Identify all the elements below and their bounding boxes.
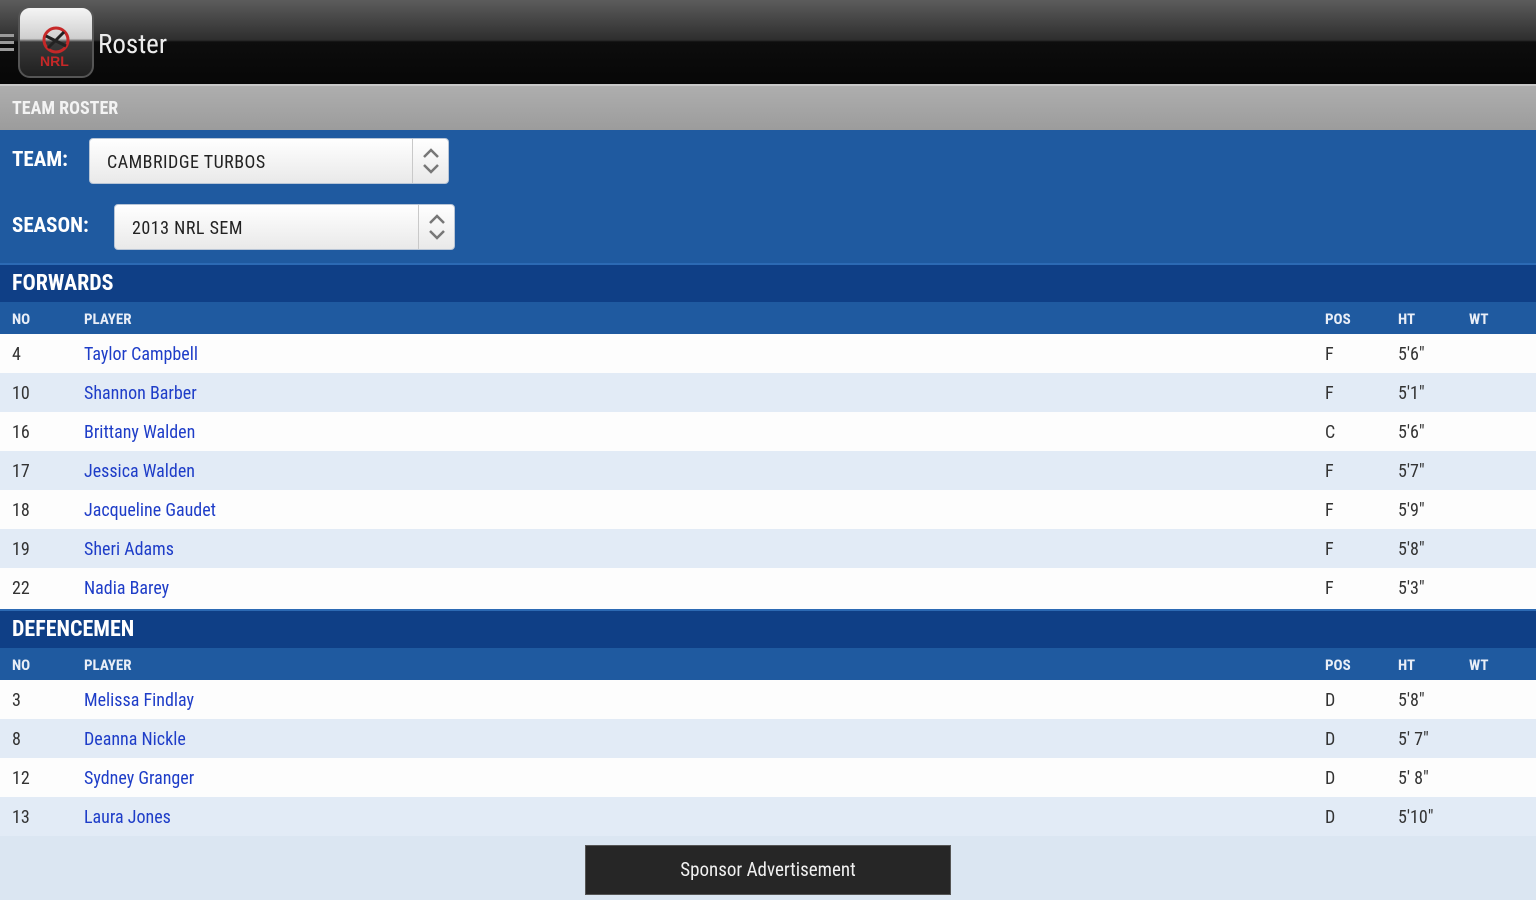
column-player[interactable]: PLAYER (84, 656, 132, 674)
player-name-link[interactable]: Melissa Findlay (84, 690, 194, 711)
column-wt[interactable]: WT (1469, 656, 1488, 674)
hamburger-icon[interactable] (0, 34, 14, 52)
spinner-arrows-icon (418, 205, 454, 249)
player-pos: F (1325, 578, 1334, 599)
group-header-forwards: FORWARDS (0, 263, 1536, 303)
column-ht[interactable]: HT (1398, 656, 1415, 674)
sponsor-advertisement-button[interactable]: Sponsor Advertisement (585, 845, 951, 895)
player-number: 12 (12, 768, 30, 789)
player-ht: 5'9" (1398, 500, 1425, 521)
player-ht: 5'6" (1398, 344, 1425, 365)
team-select[interactable]: CAMBRIDGE TURBOS (89, 138, 449, 184)
player-pos: F (1325, 500, 1334, 521)
player-pos: F (1325, 539, 1334, 560)
selectors-panel: TEAM: CAMBRIDGE TURBOS SEASON: 2013 NRL … (0, 130, 1536, 264)
group-title: FORWARDS (12, 271, 114, 296)
column-header-row: NO PLAYER POS HT WT (0, 302, 1536, 334)
column-no[interactable]: NO (12, 310, 30, 328)
player-name-link[interactable]: Laura Jones (84, 807, 171, 828)
group-title: DEFENCEMEN (12, 617, 135, 642)
column-pos[interactable]: POS (1325, 656, 1351, 674)
player-number: 3 (12, 690, 21, 711)
player-pos: C (1325, 422, 1336, 443)
player-number: 19 (12, 539, 30, 560)
table-row[interactable]: 4 Taylor Campbell F 5'6" (0, 334, 1536, 373)
app-title: Roster (98, 28, 168, 60)
nrl-logo-icon[interactable]: NRL (18, 6, 94, 78)
player-number: 22 (12, 578, 30, 599)
player-number: 17 (12, 461, 30, 482)
table-row[interactable]: 8 Deanna Nickle D 5' 7" (0, 719, 1536, 758)
player-pos: F (1325, 344, 1334, 365)
player-pos: D (1325, 768, 1336, 789)
player-number: 16 (12, 422, 30, 443)
player-name-link[interactable]: Jacqueline Gaudet (84, 500, 216, 521)
player-number: 8 (12, 729, 21, 750)
player-pos: D (1325, 807, 1336, 828)
player-pos: F (1325, 383, 1334, 404)
player-name-link[interactable]: Sydney Granger (84, 768, 194, 789)
player-name-link[interactable]: Sheri Adams (84, 539, 174, 560)
player-name-link[interactable]: Jessica Walden (84, 461, 195, 482)
table-row[interactable]: 19 Sheri Adams F 5'8" (0, 529, 1536, 568)
table-row[interactable]: 3 Melissa Findlay D 5'8" (0, 680, 1536, 719)
player-pos: D (1325, 729, 1336, 750)
table-row[interactable]: 13 Laura Jones D 5'10" (0, 797, 1536, 836)
player-pos: F (1325, 461, 1334, 482)
player-ht: 5'6" (1398, 422, 1425, 443)
player-number: 18 (12, 500, 30, 521)
season-select[interactable]: 2013 NRL SEM (114, 204, 455, 250)
player-number: 4 (12, 344, 21, 365)
table-row[interactable]: 12 Sydney Granger D 5' 8" (0, 758, 1536, 797)
player-ht: 5' 8" (1398, 768, 1429, 789)
player-number: 13 (12, 807, 30, 828)
player-ht: 5' 7" (1398, 729, 1429, 750)
season-label: SEASON: (12, 214, 89, 238)
player-number: 10 (12, 383, 30, 404)
table-row[interactable]: 16 Brittany Walden C 5'6" (0, 412, 1536, 451)
player-name-link[interactable]: Nadia Barey (84, 578, 169, 599)
player-ht: 5'10" (1398, 807, 1434, 828)
table-row[interactable]: 10 Shannon Barber F 5'1" (0, 373, 1536, 412)
player-name-link[interactable]: Brittany Walden (84, 422, 195, 443)
svg-text:NRL: NRL (40, 53, 69, 69)
column-ht[interactable]: HT (1398, 310, 1415, 328)
section-label: TEAM ROSTER (12, 98, 119, 119)
group-header-defencemen: DEFENCEMEN (0, 609, 1536, 649)
column-wt[interactable]: WT (1469, 310, 1488, 328)
player-ht: 5'1" (1398, 383, 1425, 404)
team-select-value: CAMBRIDGE TURBOS (107, 152, 266, 173)
column-no[interactable]: NO (12, 656, 30, 674)
player-ht: 5'7" (1398, 461, 1425, 482)
section-label-bar: TEAM ROSTER (0, 84, 1536, 130)
player-pos: D (1325, 690, 1336, 711)
action-bar: NRL Roster (0, 0, 1536, 84)
column-header-row: NO PLAYER POS HT WT (0, 648, 1536, 680)
player-ht: 5'8" (1398, 539, 1425, 560)
column-pos[interactable]: POS (1325, 310, 1351, 328)
column-player[interactable]: PLAYER (84, 310, 132, 328)
player-name-link[interactable]: Shannon Barber (84, 383, 197, 404)
season-select-value: 2013 NRL SEM (132, 218, 243, 239)
player-ht: 5'3" (1398, 578, 1425, 599)
spinner-arrows-icon (412, 139, 448, 183)
table-row[interactable]: 18 Jacqueline Gaudet F 5'9" (0, 490, 1536, 529)
player-name-link[interactable]: Deanna Nickle (84, 729, 186, 750)
table-row[interactable]: 22 Nadia Barey F 5'3" (0, 568, 1536, 609)
team-label: TEAM: (12, 148, 68, 172)
player-ht: 5'8" (1398, 690, 1425, 711)
table-row[interactable]: 17 Jessica Walden F 5'7" (0, 451, 1536, 490)
player-name-link[interactable]: Taylor Campbell (84, 344, 198, 365)
